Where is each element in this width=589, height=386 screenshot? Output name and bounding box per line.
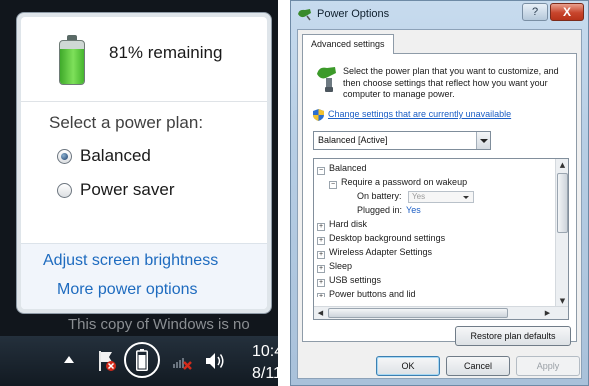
expand-icon[interactable]: + [317,223,325,231]
settings-tree[interactable]: − Balanced − Require a password on wakeup … [313,158,569,320]
title-bar[interactable]: Power Options ? X [291,1,588,27]
expand-icon[interactable]: + [317,279,325,287]
radio-balanced[interactable] [57,148,72,164]
plan-option-power-saver[interactable]: Power saver [57,180,174,200]
plan-label-balanced: Balanced [80,146,151,165]
windows-activation-watermark: This copy of Windows is no [68,316,250,333]
plugged-in-value[interactable]: Yes [406,205,421,215]
tree-item-hard-disk[interactable]: + Hard disk [317,217,554,231]
tree-item-on-battery: On battery: Yes [357,189,554,203]
taskbar: 10:4 8/11 [0,336,278,386]
adjust-brightness-link[interactable]: Adjust screen brightness [43,252,218,270]
battery-status-text: 81% remaining [109,43,223,62]
battery-flyout: 81% remaining Select a power plan: Balan… [16,12,272,314]
battery-large-icon [59,35,85,85]
battery-flyout-content: 81% remaining Select a power plan: Balan… [21,17,267,309]
tree-horizontal-scrollbar[interactable]: ◀ ▶ [314,306,568,319]
power-options-dialog: Power Options ? X Advanced settings Sele… [290,0,589,386]
plan-select-value: Balanced [Active] [318,135,388,145]
expand-icon[interactable]: + [317,265,325,273]
apply-button[interactable]: Apply [516,356,580,376]
power-options-app-icon [298,9,311,21]
close-button[interactable]: X [550,3,584,21]
tree-item-desktop-background[interactable]: + Desktop background settings [317,231,554,245]
scroll-left-icon[interactable]: ◀ [314,307,327,319]
power-plan-icon [317,67,336,92]
plan-label-power-saver: Power saver [80,180,175,199]
volume-icon[interactable] [204,350,226,372]
tree-item-balanced[interactable]: − Balanced [317,161,554,175]
battery-icon[interactable] [136,349,148,371]
collapse-icon[interactable]: − [317,167,325,175]
battery-flyout-screenshot: 81% remaining Select a power plan: Balan… [0,0,278,386]
chevron-down-icon[interactable] [476,132,490,149]
tab-advanced-settings[interactable]: Advanced settings [302,34,394,54]
vertical-scroll-thumb[interactable] [557,173,568,233]
collapse-icon[interactable]: − [329,181,337,189]
intro-text: Select the power plan that you want to c… [343,66,559,99]
expand-icon[interactable]: + [317,237,325,245]
flyout-footer: Adjust screen brightness More power opti… [21,243,267,309]
cancel-button[interactable]: Cancel [446,356,510,376]
plan-select-dropdown[interactable]: Balanced [Active] [313,131,491,150]
uac-shield-icon [313,109,324,121]
tree-item-plugged-in[interactable]: Plugged in: Yes [357,203,554,217]
tree-vertical-scrollbar[interactable]: ▲ ▼ [555,159,568,307]
expand-icon[interactable]: + [317,293,325,297]
radio-power-saver[interactable] [57,182,72,198]
battery-level-fill [60,49,84,84]
power-plan-heading: Select a power plan: [49,113,204,132]
tree-item-wireless-adapter[interactable]: + Wireless Adapter Settings [317,245,554,259]
help-button[interactable]: ? [522,3,548,21]
expand-icon[interactable]: + [317,251,325,259]
scroll-right-icon[interactable]: ▶ [541,307,554,319]
clock-date[interactable]: 8/11 [252,365,278,383]
on-battery-select[interactable]: Yes [408,191,475,203]
more-power-options-link[interactable]: More power options [57,281,198,299]
tree-item-require-password[interactable]: − Require a password on wakeup [329,175,554,189]
dialog-title: Power Options [317,8,390,20]
advanced-settings-page: Select the power plan that you want to c… [302,53,577,346]
tree-item-usb-settings[interactable]: + USB settings [317,273,554,287]
scroll-up-icon[interactable]: ▲ [556,159,568,171]
restore-plan-defaults-button[interactable]: Restore plan defaults [455,326,571,346]
change-unavailable-settings-link[interactable]: Change settings that are currently unava… [328,109,511,119]
horizontal-scroll-thumb[interactable] [328,308,508,318]
ok-button[interactable]: OK [376,356,440,376]
plan-option-balanced[interactable]: Balanced [57,146,151,166]
clock-time[interactable]: 10:4 [252,343,278,361]
tree-item-power-buttons[interactable]: + Power buttons and lid [317,287,554,297]
tree-item-sleep[interactable]: + Sleep [317,259,554,273]
network-disconnected-icon[interactable] [172,352,194,372]
dialog-client-area: Advanced settings Select the power plan … [297,29,582,379]
show-hidden-arrow-icon[interactable] [64,356,74,363]
action-center-flag-icon[interactable] [96,349,118,373]
flyout-divider [21,101,267,102]
